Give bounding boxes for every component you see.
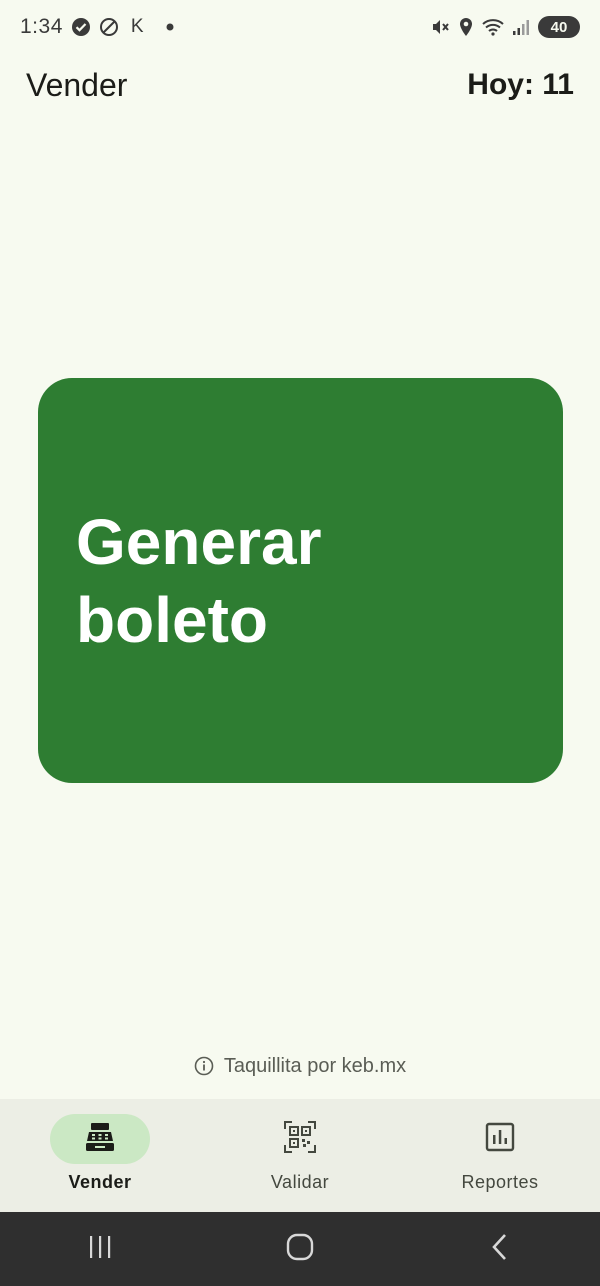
credit-text: Taquillita por keb.mx xyxy=(223,1054,407,1077)
dot-icon xyxy=(166,23,174,31)
back-icon xyxy=(490,1233,510,1266)
system-navigation xyxy=(0,1212,600,1286)
bottom-navigation: Vender Validar Reportes xyxy=(0,1099,600,1212)
nav-indicator xyxy=(450,1114,550,1164)
today-count: Hoy: 11 xyxy=(467,68,574,101)
status-bar-left: 1:34 K xyxy=(20,15,174,39)
status-bar-right: 40 xyxy=(430,16,580,38)
nav-item-vender[interactable]: Vender xyxy=(0,1099,200,1212)
status-bar: 1:34 K 40 xyxy=(0,0,600,54)
page-title: Vender xyxy=(26,66,128,103)
nav-indicator xyxy=(50,1114,150,1164)
generate-ticket-label: Generar boleto xyxy=(76,505,322,656)
nav-label-reportes: Reportes xyxy=(461,1172,539,1192)
recents-icon xyxy=(87,1234,113,1265)
nav-item-validar[interactable]: Validar xyxy=(200,1099,400,1212)
cash-register-icon xyxy=(84,1122,116,1157)
app-credit: Taquillita por keb.mx xyxy=(0,1050,600,1082)
qr-code-icon xyxy=(284,1120,316,1158)
location-icon xyxy=(458,17,474,37)
check-circle-icon xyxy=(71,17,91,37)
home-icon xyxy=(286,1233,314,1266)
info-icon xyxy=(194,1056,214,1076)
home-button[interactable] xyxy=(260,1219,340,1279)
mute-icon xyxy=(430,17,450,37)
nav-indicator xyxy=(250,1114,350,1164)
nav-label-validar: Validar xyxy=(270,1172,330,1192)
nav-label-vender: Vender xyxy=(68,1172,132,1192)
back-button[interactable] xyxy=(460,1219,540,1279)
bar-chart-icon xyxy=(485,1122,515,1157)
app-bar: Vender Hoy: 11 xyxy=(0,60,600,110)
blocked-icon xyxy=(99,17,119,37)
wifi-icon xyxy=(482,18,504,36)
status-time: 1:34 xyxy=(20,15,63,38)
generate-ticket-button[interactable]: Generar boleto xyxy=(38,378,563,783)
signal-icon xyxy=(512,18,530,36)
nav-item-reportes[interactable]: Reportes xyxy=(400,1099,600,1212)
status-k-label: K xyxy=(130,16,144,37)
recents-button[interactable] xyxy=(60,1219,140,1279)
battery-indicator: 40 xyxy=(538,16,580,38)
